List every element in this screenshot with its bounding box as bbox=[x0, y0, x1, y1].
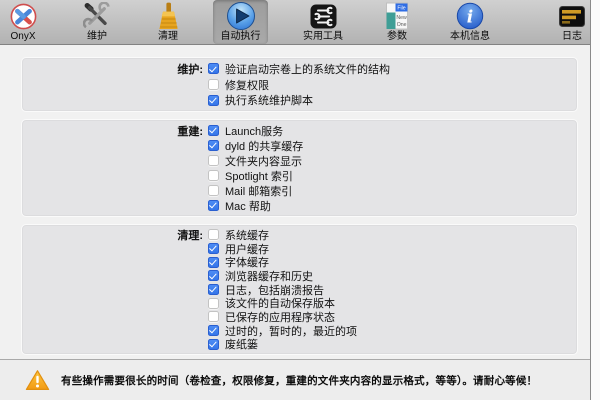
svg-text:New: New bbox=[396, 15, 407, 21]
toolbar-item-label: 自动执行 bbox=[221, 31, 261, 43]
toolbar-item-label: 本机信息 bbox=[450, 31, 490, 43]
svg-text:i: i bbox=[467, 7, 473, 27]
svg-text:One: One bbox=[397, 22, 407, 28]
checkbox[interactable] bbox=[208, 185, 219, 196]
checkbox-row[interactable]: Mac 帮助 bbox=[22, 198, 577, 213]
checkbox-label: 废纸篓 bbox=[225, 336, 258, 352]
onyx-logo-icon bbox=[10, 1, 37, 31]
checkbox-label: 验证启动宗卷上的系统文件的结构 bbox=[225, 61, 390, 77]
checkbox-row[interactable]: 过时的，暂时的，最近的项 bbox=[22, 324, 577, 338]
checkbox-label: Spotlight 索引 bbox=[225, 168, 293, 184]
checkbox-label: 修复权限 bbox=[225, 77, 269, 93]
footer-warning-bar: 有些操作需要很长的时间（卷检查，权限修复，重建的文件夹内容的显示格式，等等）。请… bbox=[0, 359, 591, 400]
desktop-edge-strip bbox=[590, 0, 600, 400]
checkbox-label: 文件夹内容显示 bbox=[225, 153, 302, 169]
checkbox-row[interactable]: Mail 邮箱索引 bbox=[22, 183, 577, 198]
checkbox[interactable] bbox=[208, 325, 219, 336]
checkbox[interactable] bbox=[208, 257, 219, 268]
section-label-maintenance: 维护: bbox=[22, 61, 208, 77]
warning-text: 有些操作需要很长的时间（卷检查，权限修复，重建的文件夹内容的显示格式，等等）。请… bbox=[61, 373, 537, 388]
checkbox[interactable] bbox=[208, 170, 219, 181]
toolbar-item-parameters[interactable]: File NewOne 参数 bbox=[374, 0, 420, 44]
toolbar-item-cleaning[interactable]: 清理 bbox=[144, 0, 192, 44]
info-icon: i bbox=[456, 1, 484, 31]
checkbox[interactable] bbox=[208, 200, 219, 211]
section-label-cleaning: 清理: bbox=[22, 227, 208, 243]
onyx-window: OnyX 维护 清理 自动执行 实用工具 File NewOne 参数 i 本机信息 日志 维护: 验… bbox=[0, 0, 591, 400]
automation-play-icon bbox=[226, 1, 256, 31]
checkbox-label: Mac 帮助 bbox=[225, 198, 271, 214]
logs-terminal-icon bbox=[559, 1, 585, 31]
automation-pane: 维护: 验证启动宗卷上的系统文件的结构修复权限执行系统维护脚本重建: Launch服… bbox=[0, 45, 591, 359]
utilities-wrenches-icon bbox=[310, 1, 337, 31]
svg-text:File: File bbox=[397, 5, 405, 11]
toolbar-item-label: OnyX bbox=[10, 31, 35, 43]
checkbox-row[interactable]: dyld 的共享缓存 bbox=[22, 138, 577, 153]
toolbar-item-label: 清理 bbox=[158, 31, 178, 43]
checkbox-row[interactable]: 修复权限 bbox=[22, 77, 577, 93]
checkbox-label: Launch服务 bbox=[225, 123, 283, 139]
checkbox[interactable] bbox=[208, 311, 219, 322]
toolbar-item-automation[interactable]: 自动执行 bbox=[213, 0, 268, 44]
checkbox[interactable] bbox=[208, 339, 219, 350]
checkbox[interactable] bbox=[208, 298, 219, 309]
checkbox[interactable] bbox=[208, 79, 219, 90]
checkbox[interactable] bbox=[208, 140, 219, 151]
checkbox-label: 执行系统维护脚本 bbox=[225, 92, 313, 108]
maintenance-tools-icon bbox=[83, 1, 111, 31]
parameters-menu-icon: File NewOne bbox=[385, 1, 409, 31]
checkbox[interactable] bbox=[208, 125, 219, 136]
checkbox[interactable] bbox=[208, 229, 219, 240]
checkbox-row[interactable]: 执行系统维护脚本 bbox=[22, 92, 577, 108]
toolbar-item-label: 维护 bbox=[87, 31, 107, 43]
toolbar: OnyX 维护 清理 自动执行 实用工具 File NewOne 参数 i 本机信息 日志 bbox=[0, 0, 591, 45]
checkbox-row[interactable]: Spotlight 索引 bbox=[22, 168, 577, 183]
toolbar-item-label: 参数 bbox=[387, 31, 407, 43]
checkbox-row[interactable]: 重建: Launch服务 bbox=[22, 123, 577, 138]
checkbox[interactable] bbox=[208, 243, 219, 254]
toolbar-item-info[interactable]: i 本机信息 bbox=[443, 0, 497, 44]
checkbox-row[interactable]: 维护: 验证启动宗卷上的系统文件的结构 bbox=[22, 61, 577, 77]
section-rebuild: 重建: Launch服务dyld 的共享缓存文件夹内容显示Spotlight 索引… bbox=[21, 119, 578, 217]
checkbox-label: dyld 的共享缓存 bbox=[225, 138, 303, 154]
toolbar-item-label: 实用工具 bbox=[303, 31, 343, 43]
toolbar-item-maintenance[interactable]: 维护 bbox=[73, 0, 121, 44]
checkbox[interactable] bbox=[208, 284, 219, 295]
section-label-rebuild: 重建: bbox=[22, 123, 208, 139]
toolbar-item-onyx[interactable]: OnyX bbox=[2, 0, 44, 44]
toolbar-item-label: 日志 bbox=[562, 31, 582, 43]
toolbar-item-logs[interactable]: 日志 bbox=[551, 0, 593, 44]
warning-triangle-icon bbox=[25, 369, 50, 391]
section-cleaning: 清理:系统缓存用户缓存字体缓存浏览器缓存和历史日志，包括崩溃报告该文件的自动保存… bbox=[21, 224, 578, 355]
checkbox[interactable] bbox=[208, 270, 219, 281]
checkbox-row[interactable]: 清理:系统缓存 bbox=[22, 228, 577, 242]
checkbox-row[interactable]: 文件夹内容显示 bbox=[22, 153, 577, 168]
checkbox-row[interactable]: 用户缓存 bbox=[22, 242, 577, 256]
toolbar-item-utilities[interactable]: 实用工具 bbox=[296, 0, 350, 44]
checkbox[interactable] bbox=[208, 95, 219, 106]
checkbox-label: Mail 邮箱索引 bbox=[225, 183, 292, 199]
checkbox[interactable] bbox=[208, 63, 219, 74]
checkbox-row[interactable]: 废纸篓 bbox=[22, 337, 577, 351]
section-maintenance: 维护: 验证启动宗卷上的系统文件的结构修复权限执行系统维护脚本 bbox=[21, 57, 578, 112]
cleaning-broom-icon bbox=[155, 1, 181, 31]
checkbox[interactable] bbox=[208, 155, 219, 166]
